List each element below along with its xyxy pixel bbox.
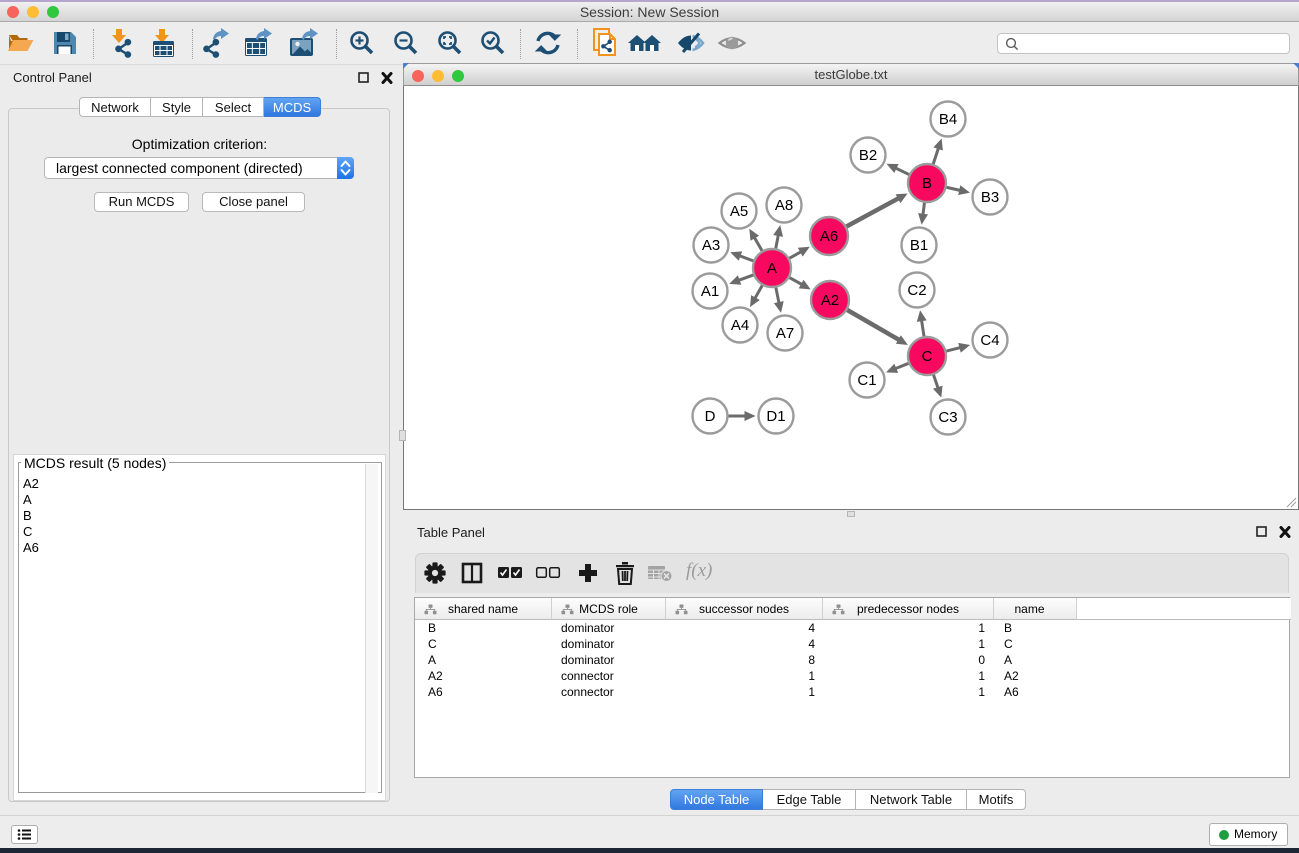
svg-text:A7: A7 — [776, 325, 794, 342]
svg-text:B1: B1 — [910, 237, 928, 254]
svg-text:A6: A6 — [820, 228, 838, 245]
svg-text:B4: B4 — [939, 111, 957, 128]
svg-text:C3: C3 — [938, 409, 957, 426]
svg-text:D: D — [705, 408, 716, 425]
svg-text:C: C — [922, 348, 933, 365]
svg-text:C4: C4 — [980, 332, 999, 349]
svg-text:A8: A8 — [775, 197, 793, 214]
svg-text:B3: B3 — [981, 189, 999, 206]
svg-text:A4: A4 — [731, 317, 749, 334]
svg-text:A: A — [767, 260, 777, 277]
svg-text:B2: B2 — [859, 147, 877, 164]
svg-text:A2: A2 — [821, 292, 839, 309]
svg-text:D1: D1 — [766, 408, 785, 425]
svg-text:C2: C2 — [907, 282, 926, 299]
svg-text:B: B — [922, 175, 932, 192]
svg-text:A3: A3 — [702, 237, 720, 254]
svg-text:A1: A1 — [701, 283, 719, 300]
svg-text:A5: A5 — [730, 203, 748, 220]
svg-text:C1: C1 — [857, 372, 876, 389]
